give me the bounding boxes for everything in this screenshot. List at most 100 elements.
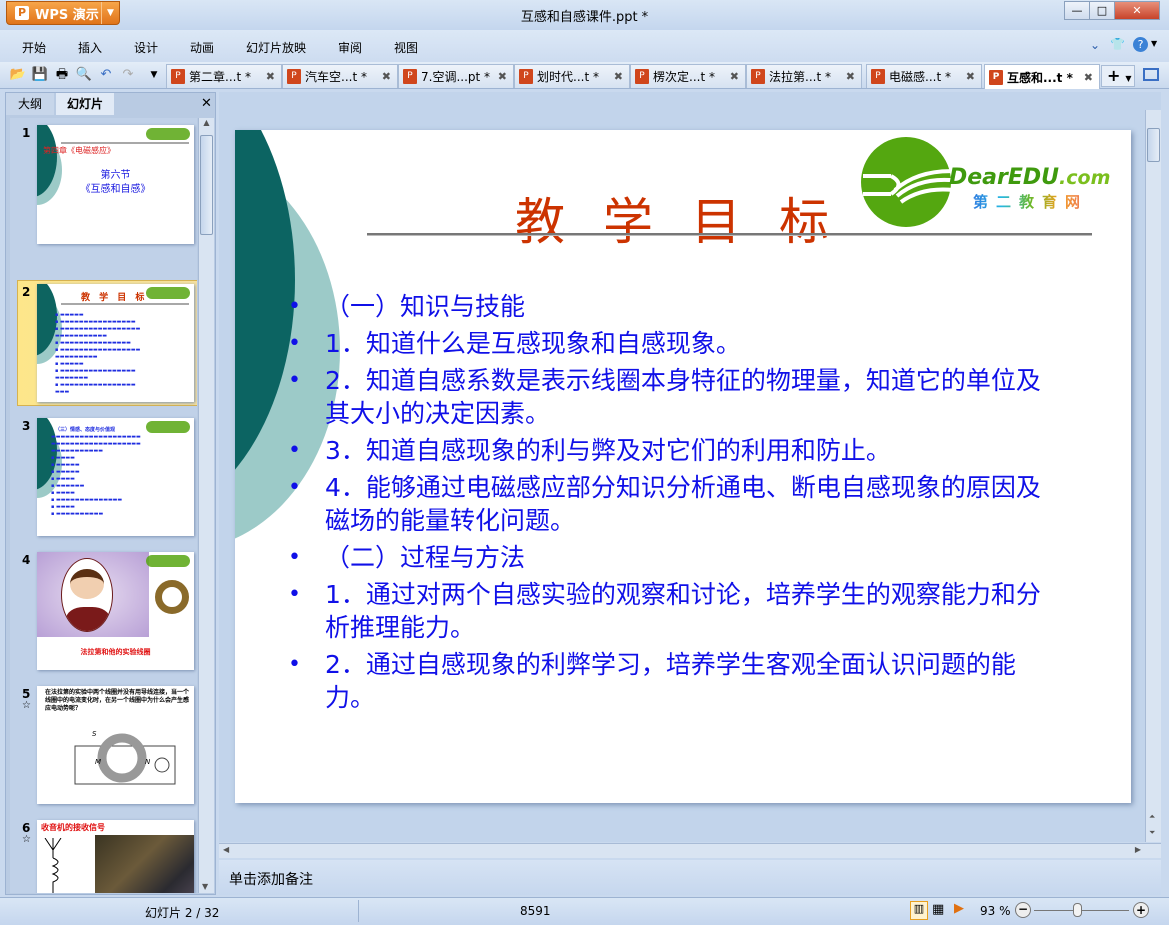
ppt-file-icon: P: [989, 69, 1003, 85]
scroll-right-icon[interactable]: ▶: [1135, 845, 1141, 854]
thumbnail-number: 1: [22, 126, 31, 140]
vertical-scrollbar[interactable]: ⏶ ⏷: [1145, 110, 1161, 842]
slide-thumbnail-5[interactable]: 在法拉第的实验中两个线圈并没有用导线连接，当一个线圈中的电流变化时，在另一个线圈…: [37, 686, 194, 804]
scrollbar-thumb[interactable]: [1147, 128, 1160, 162]
previous-slide-icon[interactable]: ⏶: [1149, 812, 1155, 822]
zoom-out-button[interactable]: −: [1015, 902, 1031, 918]
slide-thumbnail-6[interactable]: 收音机的接收信号: [37, 820, 194, 893]
maximize-button[interactable]: □: [1089, 1, 1115, 20]
scrollbar-thumb[interactable]: [200, 135, 213, 235]
ppt-file-icon: P: [403, 69, 417, 84]
open-folder-icon[interactable]: 📂: [9, 66, 27, 84]
menu-slideshow[interactable]: 幻灯片放映: [246, 39, 306, 56]
logo-icon: [146, 421, 190, 433]
close-tab-icon[interactable]: ✖: [382, 70, 391, 83]
svg-text:S: S: [92, 730, 97, 738]
zoom-slider-thumb[interactable]: [1073, 903, 1082, 917]
menu-review[interactable]: 审阅: [338, 39, 362, 56]
close-tab-icon[interactable]: ✖: [498, 70, 507, 83]
undo-icon[interactable]: ↶: [97, 66, 115, 84]
thumbnail-text: 法拉第和他的实验线圈: [80, 648, 151, 656]
doc-tab[interactable]: P 法拉第...t * ✖: [746, 64, 862, 88]
window-layout-icon[interactable]: [1143, 68, 1159, 81]
bullet-item: （一）知识与技能: [285, 290, 1065, 323]
slide-sorter-icon[interactable]: ▦: [932, 902, 944, 917]
redo-icon[interactable]: ↷: [119, 66, 137, 84]
close-tab-icon[interactable]: ✖: [846, 70, 855, 83]
thumbnail-number: 2: [22, 285, 31, 299]
minimize-button[interactable]: —: [1064, 1, 1090, 20]
title-bar: P WPS 演示 ▼ 互感和自感课件.ppt * — □ ✕: [0, 0, 1169, 30]
skin-shirt-icon[interactable]: 👕: [1110, 37, 1125, 51]
chevron-down-icon[interactable]: ▼: [1125, 74, 1131, 83]
normal-view-icon[interactable]: ▥: [910, 901, 928, 920]
menu-view[interactable]: 视图: [394, 39, 418, 56]
doc-tab-active[interactable]: P 互感和...t * ✖: [984, 64, 1100, 89]
bullet-item: 2．通过自感现象的利弊学习，培养学生客观全面认识问题的能力。: [285, 648, 1065, 714]
slide[interactable]: 教学目标 DearEDU.com 第二教育网 （一）知识与技能 1．知道什么是互…: [235, 130, 1131, 803]
thumbnail-text: 第六节 《互感和自感》: [80, 170, 151, 195]
zoom-level: 93 %: [980, 904, 1011, 918]
slide-thumbnail-4[interactable]: 法拉第和他的实验线圈: [37, 552, 194, 670]
thumbnail-text: 教 学 目 标: [81, 293, 148, 303]
thumbnail-scrollbar[interactable]: ▲ ▼: [198, 118, 214, 893]
menu-home[interactable]: 开始: [22, 39, 46, 56]
thumbnail-text: （三）情感、态度与价值观: [55, 427, 116, 433]
slideshow-icon[interactable]: ▶: [954, 901, 964, 916]
save-icon[interactable]: 💾: [31, 66, 49, 84]
customize-toolbar-icon[interactable]: ▼: [145, 66, 163, 84]
close-tab-icon[interactable]: ✖: [266, 70, 275, 83]
status-bar: 幻灯片 2 / 32 8591 ▥ ▦ ▶ 93 % − +: [0, 897, 1169, 925]
help-icon[interactable]: ?: [1133, 37, 1148, 52]
close-tab-icon[interactable]: ✖: [1084, 71, 1093, 84]
thumbnail-text: 收音机的接收信号: [41, 823, 105, 832]
doc-tab[interactable]: P 划时代...t * ✖: [514, 64, 630, 88]
close-button[interactable]: ✕: [1114, 1, 1160, 20]
svg-text:N: N: [145, 758, 151, 766]
close-tab-icon[interactable]: ✖: [614, 70, 623, 83]
doc-tab-label: 互感和...t *: [1007, 70, 1073, 85]
print-preview-icon[interactable]: 🔍: [75, 66, 93, 84]
horizontal-scrollbar[interactable]: ◀ ▶: [219, 843, 1161, 858]
slide-thumbnail-1[interactable]: 第四章《电磁感应》 第六节 《互感和自感》: [37, 125, 194, 244]
doc-tab[interactable]: P 7.空调...pt * ✖: [398, 64, 514, 88]
tab-slides[interactable]: 幻灯片: [56, 93, 114, 115]
help-dropdown-icon[interactable]: ▼: [1151, 39, 1157, 48]
doc-tab[interactable]: P 汽车空...t * ✖: [282, 64, 398, 88]
logo-icon: [146, 555, 190, 567]
close-tab-icon[interactable]: ✖: [966, 70, 975, 83]
thumbnail-number: 4: [22, 553, 31, 567]
menu-design[interactable]: 设计: [134, 39, 158, 56]
doc-tab[interactable]: P 第二章...t * ✖: [166, 64, 282, 88]
next-slide-icon[interactable]: ⏷: [1149, 828, 1155, 838]
slide-thumbnail-2[interactable]: 教 学 目 标 ▪ ▬▬▬▬▬ ▪ ▬▬▬▬▬▬▬▬▬▬▬▬▬▬▬▬ ▪ ▬▬▬▬▬…: [37, 284, 194, 402]
new-tab-button[interactable]: + ▼: [1101, 65, 1135, 87]
thumbnail-list: 1 第四章《电磁感应》 第六节 《互感和自感》 2 教 学 目 标 ▪ ▬▬▬▬▬…: [10, 118, 197, 893]
slide-title[interactable]: 教学目标: [515, 182, 867, 254]
ppt-file-icon: P: [635, 69, 649, 84]
doc-tab[interactable]: P 楞次定...t * ✖: [630, 64, 746, 88]
bullet-item: （二）过程与方法: [285, 541, 1065, 574]
doc-tab[interactable]: P 电磁感...t * ✖: [866, 64, 982, 88]
coil-image: [155, 580, 189, 614]
collapse-ribbon-icon[interactable]: ⌄: [1090, 38, 1100, 52]
notes-pane[interactable]: 单击添加备注: [219, 860, 1161, 895]
menu-insert[interactable]: 插入: [78, 39, 102, 56]
slide-body[interactable]: （一）知识与技能 1．知道什么是互感现象和自感现象。 2．知道自感系数是表示线圈…: [285, 290, 1065, 718]
print-icon[interactable]: 🖶: [53, 66, 71, 84]
close-tab-icon[interactable]: ✖: [730, 70, 739, 83]
zoom-in-button[interactable]: +: [1133, 902, 1149, 918]
slide-thumbnail-3[interactable]: （三）情感、态度与价值观 ▬▬▬▬▬▬▬▬▬▬▬▬▬▬▬▬▬▬▬ ▬▬▬▬▬▬▬▬…: [37, 418, 194, 536]
tab-outline[interactable]: 大纲: [6, 93, 54, 115]
menu-animation[interactable]: 动画: [190, 39, 214, 56]
doc-tab-label: 划时代...t *: [537, 70, 599, 84]
thumbnail-body: ▪ ▬▬▬▬▬ ▪ ▬▬▬▬▬▬▬▬▬▬▬▬▬▬▬▬ ▪ ▬▬▬▬▬▬▬▬▬▬▬▬▬…: [55, 312, 141, 395]
status-center-text: 8591: [520, 904, 551, 918]
toolbar: 📂 💾 🖶 🔍 ↶ ↷ ▼ P 第二章...t * ✖ P 汽车空...t * ✖ P7…: [0, 62, 1169, 89]
ppt-file-icon: P: [751, 69, 765, 84]
slide-panel: 大纲 幻灯片 ✕ 1 第四章《电磁感应》 第六节 《互感和自感》 2 教 学 目 …: [5, 92, 216, 895]
bullet-item: 1．知道什么是互感现象和自感现象。: [285, 327, 1065, 360]
menu-bar: 开始 插入 设计 动画 幻灯片放映 审阅 视图 ⌄ 👕 ? ▼: [0, 30, 1169, 62]
close-panel-icon[interactable]: ✕: [201, 96, 212, 111]
scroll-left-icon[interactable]: ◀: [223, 845, 229, 854]
